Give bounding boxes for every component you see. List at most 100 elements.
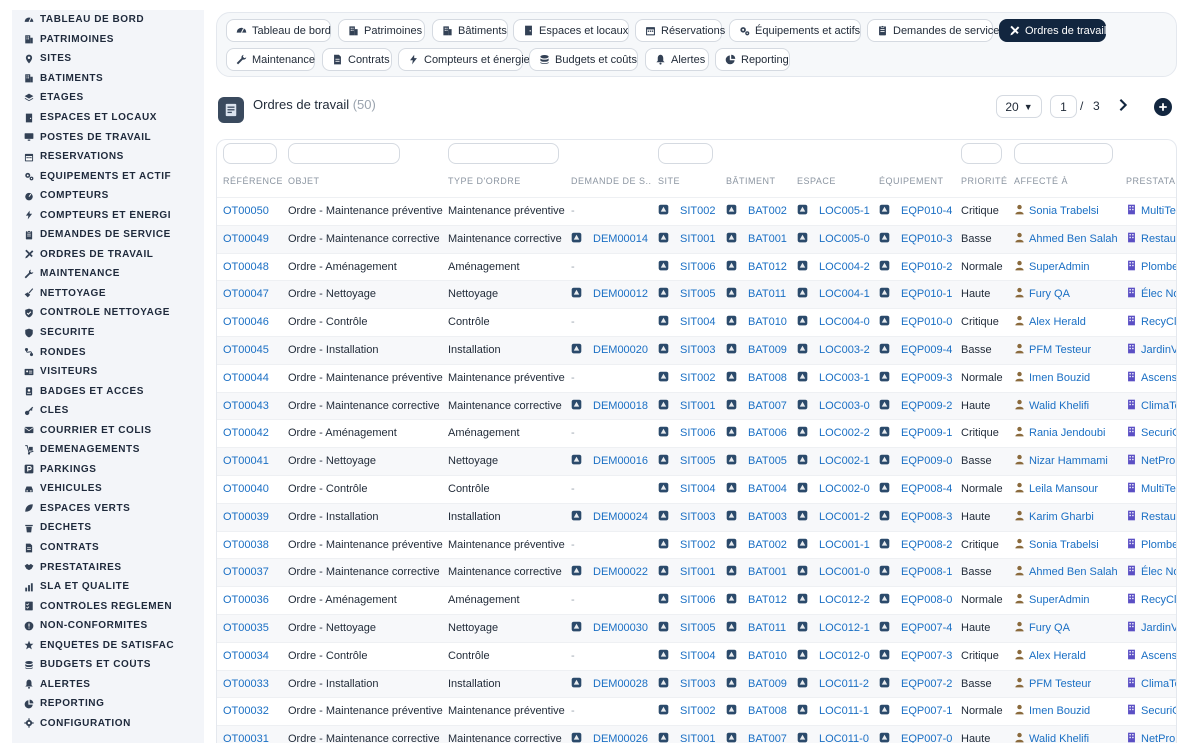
cell-10[interactable]: MultiTec <box>1141 198 1176 226</box>
cell-0[interactable]: OT00048 <box>223 254 284 282</box>
column-filter-input-5[interactable] <box>1014 143 1113 164</box>
cell-3[interactable]: DEM00030 <box>593 615 654 643</box>
cell-6[interactable]: LOC002-2 <box>819 420 875 448</box>
cell-4[interactable]: SIT006 <box>680 587 722 615</box>
add-work-order-button[interactable] <box>1154 98 1172 116</box>
table-row[interactable]: OT00045 Ordre - Installation Installation D… <box>217 335 1176 365</box>
cell-0[interactable]: OT00042 <box>223 420 284 448</box>
cell-4[interactable]: SIT002 <box>680 365 722 393</box>
cell-4[interactable]: SIT002 <box>680 532 722 560</box>
table-row[interactable]: OT00031 Ordre - Maintenance corrective Mai… <box>217 725 1176 743</box>
tab-1[interactable]: Patrimoines <box>338 19 425 42</box>
cell-9[interactable]: Leila Mansour <box>1029 476 1122 504</box>
column-filter-input-0[interactable] <box>223 143 277 164</box>
cell-6[interactable]: LOC012-1 <box>819 615 875 643</box>
cell-4[interactable]: SIT002 <box>680 198 722 226</box>
sidebar-item-0[interactable]: TABLEAU DE BORD <box>12 10 204 30</box>
table-row[interactable]: OT00040 Ordre - Contrôle Contrôle - SIT004 BA… <box>217 474 1176 504</box>
cell-4[interactable]: SIT004 <box>680 476 722 504</box>
cell-7[interactable]: EQP010-1 <box>901 281 957 309</box>
cell-5[interactable]: BAT003 <box>748 504 793 532</box>
cell-0[interactable]: OT00032 <box>223 698 284 726</box>
cell-3[interactable]: DEM00014 <box>593 226 654 254</box>
cell-5[interactable]: BAT008 <box>748 698 793 726</box>
cell-7[interactable]: EQP010-0 <box>901 309 957 337</box>
cell-0[interactable]: OT00044 <box>223 365 284 393</box>
sidebar-item-19[interactable]: BADGES ET ACCÈS <box>12 381 204 401</box>
sidebar-item-14[interactable]: NETTOYAGE <box>12 284 204 304</box>
table-row[interactable]: OT00042 Ordre - Aménagement Aménagement - SI… <box>217 419 1176 448</box>
tab-9[interactable]: Contrats <box>322 48 392 71</box>
cell-5[interactable]: BAT011 <box>748 281 793 309</box>
cell-4[interactable]: SIT001 <box>680 393 722 421</box>
table-row[interactable]: OT00047 Ordre - Nettoyage Nettoyage DEM0001… <box>217 280 1176 309</box>
cell-0[interactable]: OT00036 <box>223 587 284 615</box>
cell-0[interactable]: OT00047 <box>223 281 284 309</box>
cell-5[interactable]: BAT009 <box>748 671 793 699</box>
sidebar-item-6[interactable]: POSTES DE TRAVAIL <box>12 127 204 147</box>
table-row[interactable]: OT00033 Ordre - Installation Installation D… <box>217 669 1176 699</box>
cell-7[interactable]: EQP008-2 <box>901 532 957 560</box>
cell-7[interactable]: EQP008-0 <box>901 587 957 615</box>
cell-10[interactable]: SecuriG <box>1141 420 1176 448</box>
column-filter-input-4[interactable] <box>961 143 1002 164</box>
sidebar-item-5[interactable]: ESPACES ET LOCAUX <box>12 108 204 128</box>
cell-0[interactable]: OT00050 <box>223 198 284 226</box>
cell-10[interactable]: Élec No <box>1141 281 1176 309</box>
cell-10[interactable]: NetPro <box>1141 726 1176 743</box>
cell-5[interactable]: BAT007 <box>748 393 793 421</box>
column-header-4[interactable]: SITE <box>658 176 720 186</box>
cell-4[interactable]: SIT003 <box>680 671 722 699</box>
cell-10[interactable]: Restaur <box>1141 504 1176 532</box>
column-header-6[interactable]: ESPACE <box>797 176 873 186</box>
tab-13[interactable]: Reporting <box>715 48 790 71</box>
cell-4[interactable]: SIT003 <box>680 337 722 365</box>
cell-9[interactable]: Imen Bouzid <box>1029 698 1122 726</box>
cell-5[interactable]: BAT008 <box>748 365 793 393</box>
next-page-button[interactable] <box>1115 97 1131 113</box>
cell-6[interactable]: LOC012-2 <box>819 587 875 615</box>
cell-6[interactable]: LOC005-0 <box>819 226 875 254</box>
table-row[interactable]: OT00038 Ordre - Maintenance préventive Mai… <box>217 530 1176 560</box>
cell-6[interactable]: LOC003-0 <box>819 393 875 421</box>
cell-0[interactable]: OT00041 <box>223 448 284 476</box>
cell-4[interactable]: SIT001 <box>680 559 722 587</box>
cell-4[interactable]: SIT006 <box>680 254 722 282</box>
cell-3[interactable]: DEM00020 <box>593 337 654 365</box>
cell-4[interactable]: SIT001 <box>680 726 722 743</box>
cell-6[interactable]: LOC011-0 <box>819 726 875 743</box>
cell-4[interactable]: SIT005 <box>680 281 722 309</box>
sidebar-item-23[interactable]: PARKINGS <box>12 460 204 480</box>
cell-3[interactable]: DEM00028 <box>593 671 654 699</box>
cell-0[interactable]: OT00049 <box>223 226 284 254</box>
column-filter-input-1[interactable] <box>288 143 400 164</box>
cell-7[interactable]: EQP007-3 <box>901 643 957 671</box>
table-row[interactable]: OT00049 Ordre - Maintenance corrective Mai… <box>217 224 1176 254</box>
cell-4[interactable]: SIT005 <box>680 448 722 476</box>
cell-7[interactable]: EQP008-3 <box>901 504 957 532</box>
cell-4[interactable]: SIT004 <box>680 643 722 671</box>
sidebar-item-20[interactable]: CLÉS <box>12 401 204 421</box>
cell-5[interactable]: BAT005 <box>748 448 793 476</box>
table-row[interactable]: OT00036 Ordre - Aménagement Aménagement - SI… <box>217 586 1176 615</box>
cell-0[interactable]: OT00043 <box>223 393 284 421</box>
cell-6[interactable]: LOC003-2 <box>819 337 875 365</box>
table-row[interactable]: OT00039 Ordre - Installation Installation D… <box>217 502 1176 532</box>
sidebar-item-2[interactable]: SITES <box>12 49 204 69</box>
sidebar-item-26[interactable]: DÉCHETS <box>12 518 204 538</box>
cell-4[interactable]: SIT004 <box>680 309 722 337</box>
cell-3[interactable]: DEM00018 <box>593 393 654 421</box>
table-row[interactable]: OT00035 Ordre - Nettoyage Nettoyage DEM0003… <box>217 613 1176 643</box>
sidebar-item-13[interactable]: MAINTENANCE <box>12 264 204 284</box>
table-row[interactable]: OT00041 Ordre - Nettoyage Nettoyage DEM0001… <box>217 447 1176 476</box>
table-row[interactable]: OT00050 Ordre - Maintenance préventive Mai… <box>217 197 1176 226</box>
cell-5[interactable]: BAT001 <box>748 226 793 254</box>
cell-7[interactable]: EQP008-1 <box>901 559 957 587</box>
cell-9[interactable]: Nizar Hammami <box>1029 448 1122 476</box>
column-header-1[interactable]: OBJET <box>288 176 442 186</box>
column-header-7[interactable]: ÉQUIPEMENT <box>879 176 955 186</box>
column-header-5[interactable]: BÂTIMENT <box>726 176 791 186</box>
sidebar-item-17[interactable]: RONDES <box>12 342 204 362</box>
sidebar-item-7[interactable]: RÉSERVATIONS <box>12 147 204 167</box>
column-filter-input-2[interactable] <box>448 143 559 164</box>
